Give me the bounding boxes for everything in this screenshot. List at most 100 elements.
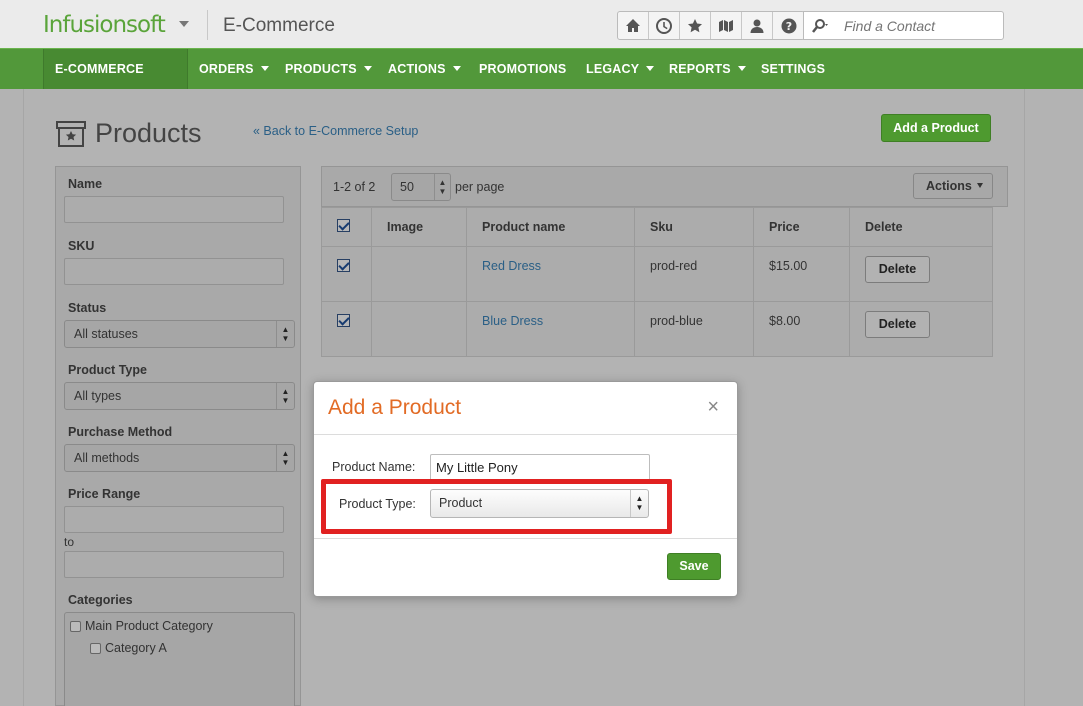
actions-label: Actions: [926, 179, 972, 193]
nav-actions[interactable]: ACTIONS: [388, 49, 461, 89]
sku-filter-label: SKU: [68, 239, 95, 253]
nav-label: REPORTS: [669, 62, 731, 76]
back-to-ecommerce-setup-link[interactable]: « Back to E-Commerce Setup: [253, 124, 418, 138]
method-filter-value: All methods: [74, 451, 140, 465]
type-filter-label: Product Type: [68, 363, 147, 377]
product-name-link[interactable]: Blue Dress: [482, 314, 543, 328]
nav-orders[interactable]: ORDERS: [199, 49, 269, 89]
name-filter-label: Name: [68, 177, 103, 191]
app-switcher-caret-icon[interactable]: [179, 21, 189, 27]
nav-label: PRODUCTS: [285, 62, 357, 76]
product-name-link[interactable]: Red Dress: [482, 259, 541, 273]
save-button[interactable]: Save: [667, 553, 721, 580]
product-name-cell: Red Dress: [466, 246, 635, 302]
type-filter-select[interactable]: All types ▲ ▼: [64, 382, 295, 410]
nav-products[interactable]: PRODUCTS: [285, 49, 372, 89]
divider: [314, 434, 737, 435]
nav-label: PROMOTIONS: [479, 62, 567, 76]
section-title: E-Commerce: [223, 15, 335, 36]
chevron-down-icon: [976, 183, 983, 188]
product-delete-cell: Delete: [849, 246, 993, 302]
category-checkbox[interactable]: [70, 620, 81, 632]
row-checkbox[interactable]: [337, 259, 350, 272]
product-price-cell: $15.00: [753, 246, 850, 302]
chevron-down-icon: [737, 66, 746, 71]
product-price-cell: $8.00: [753, 301, 850, 357]
per-page-select[interactable]: 50 ▲ ▼: [391, 173, 451, 201]
categories-list: Main Product Category Category A: [64, 612, 295, 706]
chevron-down-icon: [260, 66, 269, 71]
select-arrows-icon: ▲ ▼: [434, 174, 450, 200]
top-bar: Infusionsoft E-Commerce ?: [0, 0, 1083, 48]
divider: [314, 538, 737, 539]
svg-text:?: ?: [785, 20, 791, 33]
column-header-sku[interactable]: Sku: [634, 207, 754, 247]
table-row: Blue Dress prod-blue $8.00 Delete: [321, 301, 993, 357]
price-range-label: Price Range: [68, 487, 141, 501]
home-icon[interactable]: [618, 12, 649, 39]
column-header-price[interactable]: Price: [753, 207, 850, 247]
price-max-input[interactable]: [64, 551, 284, 578]
find-contact-input[interactable]: [844, 16, 999, 36]
chevron-down-icon: [363, 66, 372, 71]
search-icon[interactable]: [811, 18, 829, 34]
nav-legacy[interactable]: LEGACY: [586, 49, 655, 89]
category-label: Main Product Category: [85, 619, 213, 633]
chevron-down-icon: [452, 66, 461, 71]
dialog-title: Add a Product: [328, 396, 462, 419]
contact-search: [803, 11, 1004, 40]
product-name-field[interactable]: My Little Pony: [430, 454, 650, 481]
delete-button[interactable]: Delete: [865, 311, 930, 338]
category-item[interactable]: Main Product Category: [70, 619, 213, 633]
column-header-delete: Delete: [849, 207, 993, 247]
product-sku-cell: prod-blue: [634, 301, 754, 357]
products-table: Image Product name Sku Price Delete Red …: [321, 207, 993, 357]
table-header-row: Image Product name Sku Price Delete: [321, 207, 993, 247]
nav-promotions[interactable]: PROMOTIONS: [479, 49, 566, 89]
help-icon[interactable]: ?: [773, 12, 804, 39]
row-checkbox[interactable]: [337, 314, 350, 327]
filter-panel: Name SKU Status All statuses ▲ ▼ Product T…: [55, 166, 301, 706]
history-icon[interactable]: [649, 12, 680, 39]
row-select-cell: [321, 301, 372, 357]
price-to-label: to: [64, 535, 75, 549]
status-filter-value: All statuses: [74, 327, 138, 341]
price-min-input[interactable]: [64, 506, 284, 533]
add-product-button[interactable]: Add a Product: [881, 114, 991, 142]
row-select-cell: [321, 246, 372, 302]
nav-ecommerce-setup[interactable]: E-COMMERCE SETUP: [43, 49, 188, 116]
nav-settings[interactable]: SETTINGS: [761, 49, 825, 89]
category-checkbox[interactable]: [90, 642, 101, 654]
method-filter-label: Purchase Method: [68, 425, 173, 439]
divider: [207, 10, 208, 40]
close-icon[interactable]: ×: [707, 396, 719, 419]
actions-dropdown-button[interactable]: Actions: [913, 173, 993, 199]
name-filter-input[interactable]: [64, 196, 284, 223]
sku-filter-input[interactable]: [64, 258, 284, 285]
product-image-cell: [371, 301, 467, 357]
category-item[interactable]: Category A: [90, 641, 167, 655]
column-header-product-name[interactable]: Product name: [466, 207, 635, 247]
star-icon[interactable]: [680, 12, 711, 39]
status-filter-select[interactable]: All statuses ▲ ▼: [64, 320, 295, 348]
bookmarks-icon[interactable]: [711, 12, 742, 39]
quick-icon-bar: ?: [617, 11, 805, 40]
main-nav: E-COMMERCE SETUP ORDERS PRODUCTS ACTIONS…: [0, 48, 1083, 116]
type-filter-value: All types: [74, 389, 122, 403]
method-filter-select[interactable]: All methods ▲ ▼: [64, 444, 295, 472]
delete-button[interactable]: Delete: [865, 256, 930, 283]
nav-label: ACTIONS: [388, 62, 446, 76]
select-all-cell: [321, 207, 372, 247]
select-arrows-icon: ▲ ▼: [276, 383, 294, 409]
select-arrows-icon: ▲ ▼: [276, 445, 294, 471]
table-row: Red Dress prod-red $15.00 Delete: [321, 246, 993, 302]
product-image-cell: [371, 246, 467, 302]
chevron-down-icon: [646, 66, 655, 71]
nav-reports[interactable]: REPORTS: [669, 49, 746, 89]
column-header-image[interactable]: Image: [371, 207, 467, 247]
select-all-checkbox[interactable]: [337, 219, 350, 232]
user-icon[interactable]: [742, 12, 773, 39]
infusionsoft-logo[interactable]: Infusionsoft: [43, 12, 166, 38]
highlight-box: [321, 479, 672, 534]
product-name-label: Product Name:: [332, 460, 416, 474]
